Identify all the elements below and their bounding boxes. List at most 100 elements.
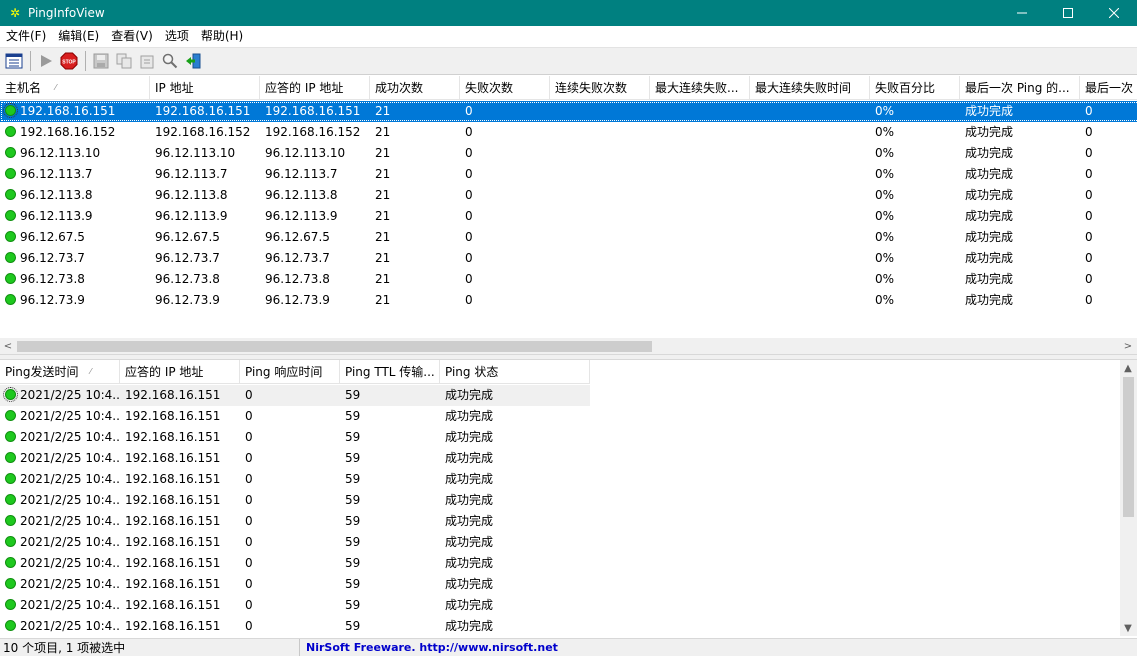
column-header[interactable]: IP 地址 [150, 76, 260, 100]
cell-text: 0% [875, 146, 895, 160]
column-header[interactable]: Ping发送时间 ⁄ [0, 360, 120, 384]
table-row[interactable]: 2021/2/25 10:4... 192.168.16.151 0 59 成功完成 [0, 490, 590, 511]
cell-text: 0% [875, 230, 895, 244]
save-button[interactable] [90, 50, 112, 72]
table-cell: 0 [240, 532, 340, 553]
column-header[interactable]: 应答的 IP 地址 [120, 360, 240, 384]
table-row[interactable]: 96.12.113.10 96.12.113.10 96.12.113.10 21 0 0… [0, 143, 1137, 164]
cell-text: 成功完成 [445, 577, 494, 591]
table-cell: 96.12.113.10 [0, 143, 150, 164]
status-ok-icon [5, 410, 16, 421]
cell-text: 59 [345, 619, 361, 633]
cell-text: 96.12.113.8 [155, 188, 228, 202]
cell-text: 0 [465, 272, 473, 286]
column-header[interactable]: 最后一次 Ping 的... [960, 76, 1080, 100]
column-header[interactable]: Ping 响应时间 [240, 360, 340, 384]
status-credit-link[interactable]: NirSoft Freeware. http://www.nirsoft.net [300, 639, 558, 656]
scroll-right-icon[interactable]: > [1120, 338, 1136, 354]
table-row[interactable]: 96.12.113.9 96.12.113.9 96.12.113.9 21 0 0% 成功… [0, 206, 1137, 227]
cell-text: 59 [345, 556, 361, 570]
table-row[interactable]: 96.12.73.7 96.12.73.7 96.12.73.7 21 0 0% 成功完成 0 [0, 248, 1137, 269]
table-row[interactable]: 96.12.113.7 96.12.113.7 96.12.113.7 21 0 0% 成功… [0, 164, 1137, 185]
column-header[interactable]: 失败百分比 [870, 76, 960, 100]
cell-text: 0 [245, 598, 253, 612]
scroll-down-icon[interactable]: ▼ [1120, 620, 1136, 636]
start-button[interactable] [35, 50, 57, 72]
menu-view[interactable]: 查看(V) [105, 26, 159, 46]
table-cell: 96.12.113.8 [0, 185, 150, 206]
scroll-left-icon[interactable]: < [0, 338, 16, 354]
table-row[interactable]: 96.12.73.8 96.12.73.8 96.12.73.8 21 0 0% 成功完成 0 [0, 269, 1137, 290]
table-cell [750, 143, 870, 164]
column-header[interactable]: Ping TTL 传输... [340, 360, 440, 384]
table-cell: 0 [240, 427, 340, 448]
cell-text: 成功完成 [965, 251, 1014, 265]
column-header[interactable]: 成功次数 [370, 76, 460, 100]
hscroll-thumb[interactable] [17, 341, 652, 352]
table-row[interactable]: 96.12.67.5 96.12.67.5 96.12.67.5 21 0 0% 成功完成 0 [0, 227, 1137, 248]
table-cell: 96.12.67.5 [260, 227, 370, 248]
menu-help[interactable]: 帮助(H) [195, 26, 249, 46]
table-cell: 192.168.16.151 [120, 406, 240, 427]
column-header[interactable]: 失败次数 [460, 76, 550, 100]
column-header[interactable]: 应答的 IP 地址 [260, 76, 370, 100]
play-icon [41, 55, 52, 67]
table-row[interactable]: 2021/2/25 10:4... 192.168.16.151 0 59 成功完成 [0, 511, 590, 532]
hosts-list-hscrollbar[interactable]: < > [0, 338, 1137, 354]
status-ok-icon [5, 126, 16, 137]
column-header[interactable]: 主机名 ⁄ [0, 76, 150, 100]
menu-file[interactable]: 文件(F) [0, 26, 52, 46]
options-button[interactable] [3, 50, 25, 72]
close-button[interactable] [1091, 0, 1137, 26]
column-header[interactable]: 最后一次 [1080, 76, 1137, 100]
find-button[interactable] [159, 50, 181, 72]
column-header[interactable]: 连续失败次数 [550, 76, 650, 100]
cell-text: 0 [245, 535, 253, 549]
column-header[interactable]: Ping 状态 [440, 360, 590, 384]
stop-button[interactable]: STOP [58, 50, 80, 72]
column-header[interactable]: 最大连续失败时间 [750, 76, 870, 100]
table-row[interactable]: 2021/2/25 10:4... 192.168.16.151 0 59 成功完成 [0, 574, 590, 595]
table-row[interactable]: 2021/2/25 10:4... 192.168.16.151 0 59 成功完成 [0, 385, 590, 406]
cell-text: 成功完成 [445, 493, 494, 507]
table-cell [750, 269, 870, 290]
properties-button[interactable] [136, 50, 158, 72]
status-ok-icon [5, 294, 16, 305]
table-cell: 21 [370, 185, 460, 206]
menu-edit[interactable]: 编辑(E) [52, 26, 105, 46]
table-row[interactable]: 96.12.113.8 96.12.113.8 96.12.113.8 21 0 0% 成功… [0, 185, 1137, 206]
cell-text: 96.12.113.8 [20, 188, 93, 202]
table-row[interactable]: 2021/2/25 10:4... 192.168.16.151 0 59 成功完成 [0, 616, 590, 636]
column-header[interactable]: 最大连续失败... [650, 76, 750, 100]
minimize-button[interactable] [999, 0, 1045, 26]
ping-history-list[interactable]: Ping发送时间 ⁄ 应答的 IP 地址 Ping 响应时间 Ping TTL 传输..… [0, 360, 1137, 636]
table-row[interactable]: 192.168.16.151 192.168.16.151 192.168.16.1… [0, 101, 1137, 122]
table-cell: 59 [340, 616, 440, 636]
table-row[interactable]: 96.12.73.9 96.12.73.9 96.12.73.9 21 0 0% 成功完成 0 [0, 290, 1137, 311]
exit-button[interactable] [182, 50, 204, 72]
table-row[interactable]: 2021/2/25 10:4... 192.168.16.151 0 59 成功完成 [0, 595, 590, 616]
status-bar: 10 个项目, 1 项被选中 NirSoft Freeware. http://… [0, 638, 1137, 656]
table-row[interactable]: 192.168.16.152 192.168.16.152 192.168.16.1… [0, 122, 1137, 143]
table-row[interactable]: 2021/2/25 10:4... 192.168.16.151 0 59 成功完成 [0, 553, 590, 574]
vscroll-thumb[interactable] [1123, 377, 1134, 517]
maximize-button[interactable] [1045, 0, 1091, 26]
table-cell: 2021/2/25 10:4... [0, 574, 120, 595]
table-cell: 2021/2/25 10:4... [0, 385, 120, 406]
ping-history-vscrollbar[interactable]: ▲ ▼ [1120, 360, 1137, 636]
table-row[interactable]: 2021/2/25 10:4... 192.168.16.151 0 59 成功完成 [0, 469, 590, 490]
copy-button[interactable] [113, 50, 135, 72]
table-cell: 21 [370, 269, 460, 290]
cell-text: 96.12.73.8 [155, 272, 220, 286]
cell-text: 21 [375, 230, 391, 244]
table-row[interactable]: 2021/2/25 10:4... 192.168.16.151 0 59 成功完成 [0, 448, 590, 469]
table-row[interactable]: 2021/2/25 10:4... 192.168.16.151 0 59 成功完成 [0, 532, 590, 553]
menu-options[interactable]: 选项 [159, 26, 195, 46]
cell-text: 21 [375, 272, 391, 286]
table-cell [550, 269, 650, 290]
table-row[interactable]: 2021/2/25 10:4... 192.168.16.151 0 59 成功完成 [0, 427, 590, 448]
scroll-up-icon[interactable]: ▲ [1120, 360, 1136, 376]
hosts-list[interactable]: 主机名 ⁄ IP 地址 应答的 IP 地址 成功次数 失败次数 连续失败次数 最大连续失败..… [0, 76, 1137, 354]
table-row[interactable]: 2021/2/25 10:4... 192.168.16.151 0 59 成功完成 [0, 406, 590, 427]
cell-text: 0 [465, 125, 473, 139]
